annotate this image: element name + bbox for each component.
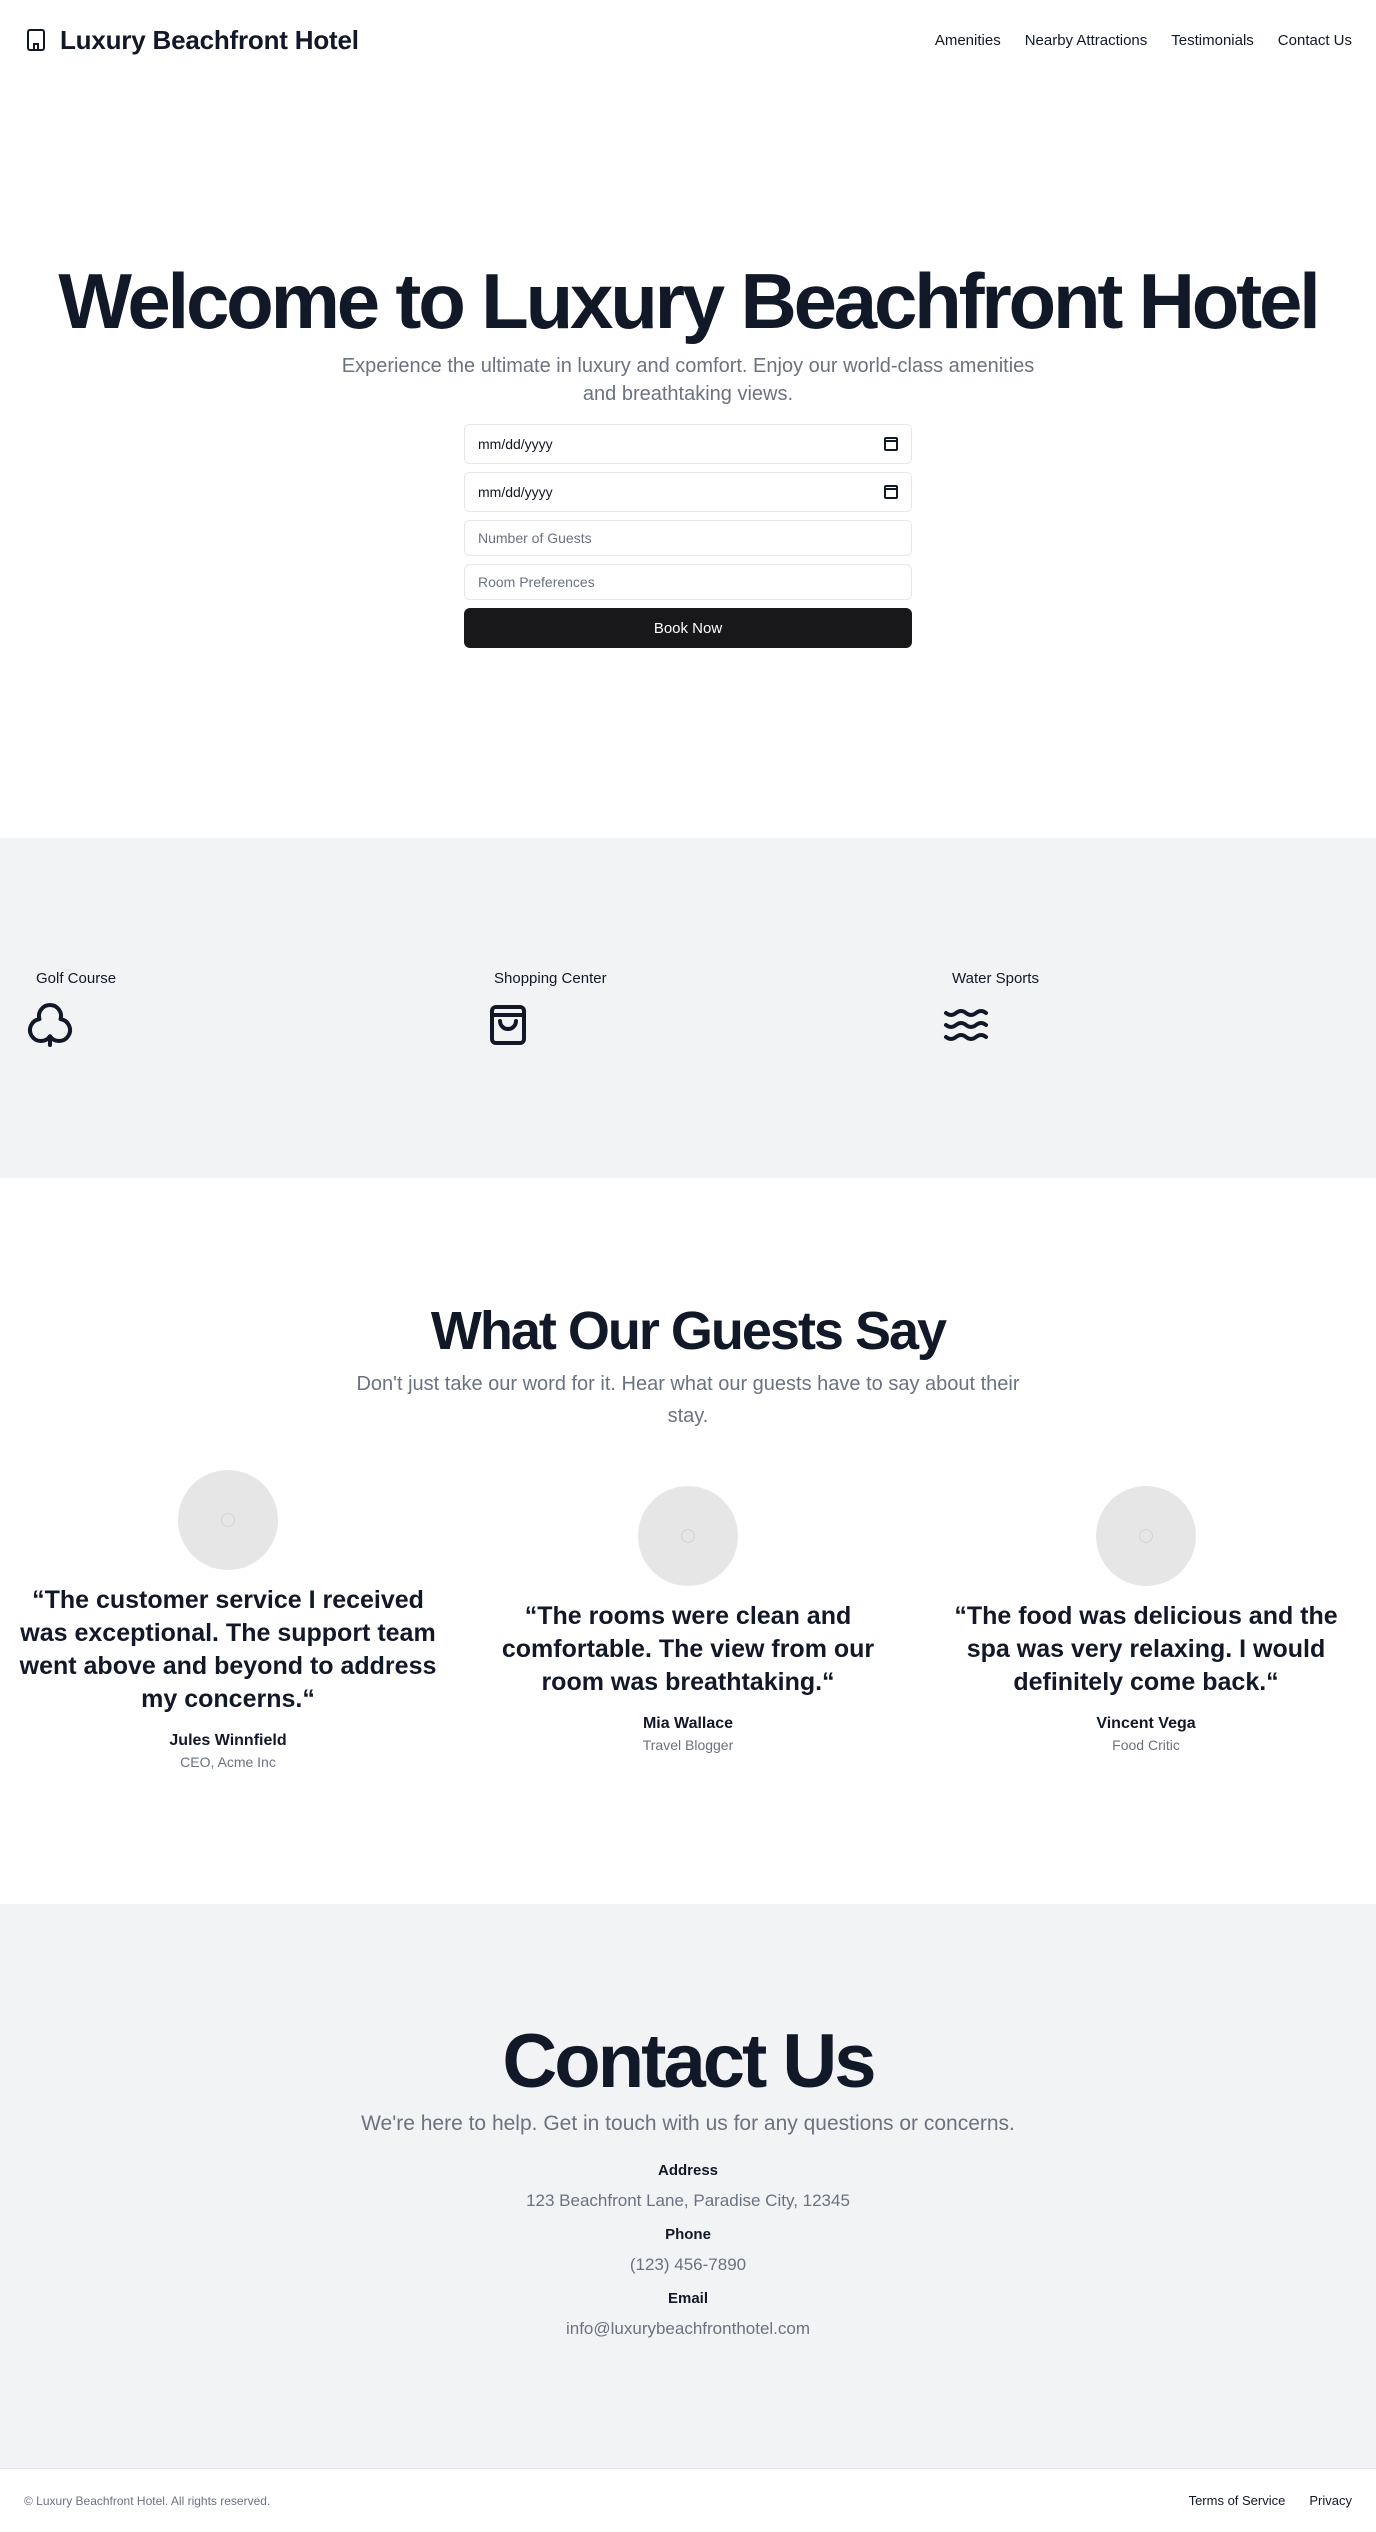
contact-section: Contact Us We're here to help. Get in to…	[0, 1904, 1376, 2468]
testimonial-quote: “The customer service I received was exc…	[19, 1586, 437, 1713]
checkout-date-input[interactable]: mm/dd/yyyy	[464, 472, 912, 512]
nav-testimonials[interactable]: Testimonials	[1171, 32, 1254, 49]
hero-subtitle: Experience the ultimate in luxury and co…	[341, 355, 1035, 405]
email-value: info@luxurybeachfronthotel.com	[565, 2319, 811, 2338]
footer-links: Terms of Service Privacy	[1189, 2493, 1352, 2508]
amenity-water-sports: Water Sports	[942, 970, 1242, 1049]
booking-form: mm/dd/yyyy mm/dd/yyyy Number of Guests R…	[464, 424, 912, 648]
testimonial-author: Mia Wallace	[642, 1715, 734, 1732]
calendar-icon[interactable]	[884, 437, 898, 451]
testimonial-card: “The rooms were clean and comfortable. T…	[478, 1486, 898, 1753]
avatar-placeholder-icon	[1139, 1529, 1153, 1543]
book-now-button[interactable]: Book Now	[464, 608, 912, 648]
email-label: Email	[667, 2290, 709, 2307]
testimonial-quote: “The food was delicious and the spa was …	[954, 1602, 1338, 1696]
avatar	[1096, 1486, 1196, 1586]
avatar	[178, 1470, 278, 1570]
amenity-golf-course: Golf Course	[26, 970, 326, 1049]
testimonials-section: What Our Guests Say Don't just take our …	[0, 1178, 1376, 1904]
guests-input[interactable]: Number of Guests	[464, 520, 912, 556]
checkout-date-value: mm/dd/yyyy	[478, 484, 553, 500]
address-value: 123 Beachfront Lane, Paradise City, 1234…	[526, 2191, 850, 2210]
phone-value: (123) 456-7890	[629, 2255, 747, 2274]
contact-address: Address 123 Beachfront Lane, Paradise Ci…	[0, 2162, 1376, 2211]
testimonial-role: Travel Blogger	[642, 1737, 734, 1753]
hero-section: Welcome to Luxury Beachfront Hotel Exper…	[0, 80, 1376, 838]
brand-name: Luxury Beachfront Hotel	[60, 24, 359, 55]
nav-contact-us[interactable]: Contact Us	[1278, 32, 1352, 49]
room-preferences-input[interactable]: Room Preferences	[464, 564, 912, 600]
address-label: Address	[657, 2162, 719, 2179]
avatar-placeholder-icon	[681, 1529, 695, 1543]
testimonial-card: “The customer service I received was exc…	[18, 1470, 438, 1770]
site-footer: © Luxury Beachfront Hotel. All rights re…	[0, 2468, 1376, 2532]
waves-icon	[942, 1001, 990, 1049]
amenity-shopping-center: Shopping Center	[484, 970, 784, 1049]
contact-title: Contact Us	[502, 2019, 876, 2104]
building-icon	[24, 26, 48, 54]
amenity-label: Golf Course	[36, 970, 117, 987]
privacy-link[interactable]: Privacy	[1309, 2493, 1352, 2508]
hero-title: Welcome to Luxury Beachfront Hotel	[58, 257, 1320, 345]
amenity-label: Water Sports	[952, 970, 1039, 987]
avatar	[638, 1486, 738, 1586]
nav-nearby-attractions[interactable]: Nearby Attractions	[1025, 32, 1148, 49]
contact-email: Email info@luxurybeachfronthotel.com	[0, 2290, 1376, 2339]
testimonial-author: Jules Winnfield	[169, 1732, 287, 1749]
nav-amenities[interactable]: Amenities	[935, 32, 1001, 49]
main-nav: Amenities Nearby Attractions Testimonial…	[935, 32, 1352, 49]
club-icon	[26, 1001, 74, 1049]
checkin-date-value: mm/dd/yyyy	[478, 436, 553, 452]
calendar-icon[interactable]	[884, 485, 898, 499]
guests-placeholder: Number of Guests	[478, 530, 592, 546]
shopping-bag-icon	[484, 1001, 532, 1049]
copyright: © Luxury Beachfront Hotel. All rights re…	[24, 2493, 271, 2508]
site-header: Luxury Beachfront Hotel Amenities Nearby…	[0, 0, 1376, 80]
amenities-section: Golf Course Shopping Center Water Sports	[0, 838, 1376, 1178]
phone-label: Phone	[665, 2226, 711, 2243]
testimonials-title: What Our Guests Say	[430, 1301, 947, 1361]
amenity-label: Shopping Center	[494, 970, 607, 987]
testimonial-quote: “The rooms were clean and comfortable. T…	[501, 1602, 875, 1696]
room-preferences-placeholder: Room Preferences	[478, 574, 595, 590]
avatar-placeholder-icon	[221, 1513, 235, 1527]
terms-of-service-link[interactable]: Terms of Service	[1189, 2493, 1286, 2508]
testimonial-role: Food Critic	[1112, 1737, 1180, 1753]
testimonial-card: “The food was delicious and the spa was …	[936, 1486, 1356, 1753]
brand[interactable]: Luxury Beachfront Hotel	[24, 25, 359, 56]
contact-phone: Phone (123) 456-7890	[0, 2226, 1376, 2275]
testimonials-subtitle: Don't just take our word for it. Hear wh…	[356, 1373, 1020, 1427]
testimonial-role: CEO, Acme Inc	[180, 1754, 276, 1770]
contact-subtitle: We're here to help. Get in touch with us…	[361, 2112, 1015, 2135]
testimonial-author: Vincent Vega	[1096, 1715, 1196, 1732]
checkin-date-input[interactable]: mm/dd/yyyy	[464, 424, 912, 464]
